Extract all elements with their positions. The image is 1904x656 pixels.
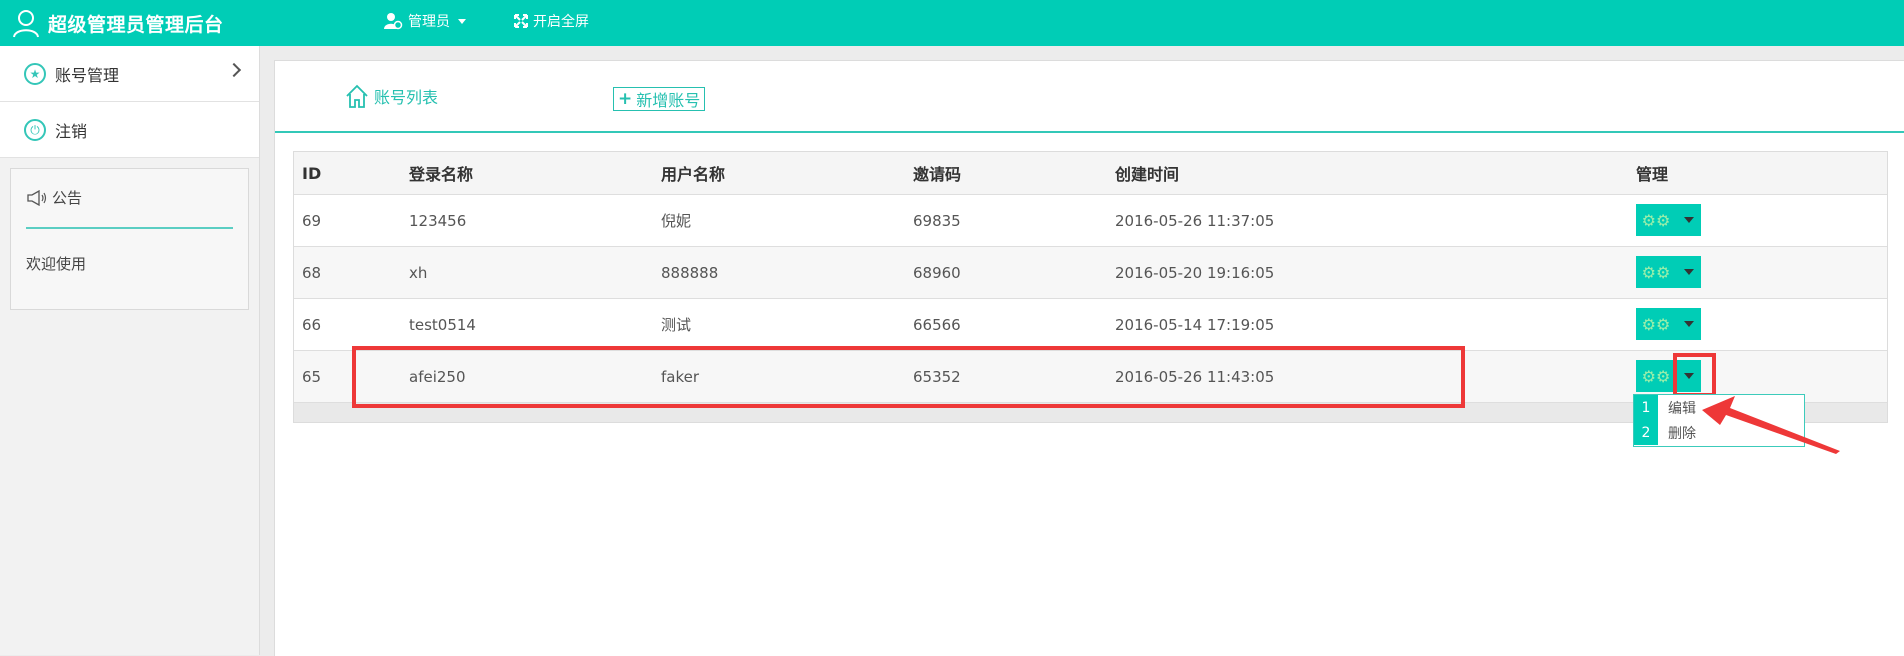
cell-user-name: 倪妮: [661, 212, 692, 230]
dropdown-toggle[interactable]: [1676, 308, 1701, 340]
caret-down-icon: [1683, 321, 1694, 327]
tab-add-account-label: 新增账号: [636, 91, 701, 110]
brand: 超级管理员管理后台: [12, 0, 224, 46]
admin-user-menu[interactable]: 管理员: [383, 0, 466, 42]
manage-button[interactable]: ⚙⚙: [1636, 308, 1701, 340]
table-row: 66 test0514 测试 66566 2016-05-14 17:19:05…: [294, 299, 1887, 351]
caret-down-icon: [1683, 217, 1694, 223]
tab-account-list[interactable]: 账号列表: [344, 83, 438, 109]
table-row: 69 123456 倪妮 69835 2016-05-26 11:37:05 ⚙…: [294, 195, 1887, 247]
app-title: 超级管理员管理后台: [48, 13, 224, 36]
table-header: ID 登录名称 用户名称 邀请码 创建时间 管理: [294, 152, 1887, 195]
gears-icon: ⚙⚙: [1641, 262, 1671, 282]
cell-created-time: 2016-05-20 19:16:05: [1115, 263, 1275, 282]
highlight-box-row: [352, 346, 1465, 408]
cell-login-name: test0514: [409, 315, 476, 334]
gears-icon: ⚙⚙: [1641, 314, 1671, 334]
expand-icon: [514, 14, 528, 28]
tab-account-list-label: 账号列表: [374, 88, 439, 107]
notice-heading: 公告: [26, 187, 82, 208]
cell-created-time: 2016-05-14 17:19:05: [1115, 315, 1275, 334]
gears-icon: ⚙⚙: [1641, 210, 1671, 230]
tab-bar: 账号列表 + 新增账号: [275, 61, 1904, 133]
menu-item-number: 1: [1634, 395, 1658, 420]
caret-down-icon: [458, 18, 466, 24]
caret-down-icon: [1683, 269, 1694, 275]
home-icon: [346, 84, 368, 108]
notice-panel: 公告 欢迎使用: [10, 168, 249, 310]
notice-title: 公告: [52, 189, 83, 207]
red-arrow-icon: [1702, 396, 1840, 454]
cell-user-name: 测试: [661, 316, 692, 334]
cell-invite-code: 69835: [913, 211, 961, 230]
cell-id: 69: [302, 211, 322, 230]
column-header-user-name: 用户名称: [661, 165, 726, 184]
highlight-box-dropdown: [1673, 353, 1716, 397]
column-header-created-time: 创建时间: [1115, 165, 1180, 184]
column-header-login-name: 登录名称: [409, 165, 474, 184]
plus-icon: +: [618, 88, 633, 109]
sidebar-item-account-management[interactable]: ★ 账号管理: [0, 46, 259, 102]
dropdown-toggle[interactable]: [1676, 256, 1701, 288]
notice-divider: [26, 227, 233, 229]
cell-login-name: 123456: [409, 211, 467, 230]
cell-created-time: 2016-05-26 11:37:05: [1115, 211, 1275, 230]
gears-icon: ⚙⚙: [1641, 366, 1671, 386]
cell-id: 65: [302, 367, 322, 386]
top-navbar: 超级管理员管理后台 管理员 开启全屏: [0, 0, 1904, 46]
star-icon: ★: [24, 62, 46, 85]
cell-invite-code: 66566: [913, 315, 961, 334]
cell-id: 68: [302, 263, 322, 282]
menu-item-label: 删除: [1668, 425, 1696, 442]
cell-user-name: 888888: [661, 263, 719, 282]
cell-id: 66: [302, 315, 322, 334]
column-header-invite-code: 邀请码: [913, 165, 962, 184]
fullscreen-toggle[interactable]: 开启全屏: [514, 0, 589, 42]
sidebar: ★ 账号管理 ⏻ 注销 公告 欢迎使用: [0, 46, 260, 655]
user-outline-icon: [13, 10, 39, 38]
fullscreen-label: 开启全屏: [533, 14, 589, 30]
megaphone-icon: [27, 189, 47, 206]
sidebar-item-label: 账号管理: [55, 65, 120, 85]
manage-button[interactable]: ⚙⚙: [1636, 204, 1701, 236]
tab-add-account[interactable]: + 新增账号: [613, 87, 706, 111]
notice-text: 欢迎使用: [26, 255, 87, 273]
manage-button[interactable]: ⚙⚙: [1636, 256, 1701, 288]
sidebar-item-logout[interactable]: ⏻ 注销: [0, 102, 259, 158]
cell-invite-code: 68960: [913, 263, 961, 282]
admin-user-label: 管理员: [408, 14, 450, 30]
chevron-right-icon: [226, 62, 242, 78]
cell-login-name: xh: [409, 263, 428, 282]
column-header-id: ID: [302, 163, 322, 183]
column-header-manage: 管理: [1636, 165, 1669, 184]
power-icon: ⏻: [24, 118, 46, 141]
menu-item-number: 2: [1634, 420, 1658, 445]
dropdown-toggle[interactable]: [1676, 204, 1701, 236]
sidebar-item-label: 注销: [55, 121, 88, 141]
table-row: 68 xh 888888 68960 2016-05-20 19:16:05 ⚙…: [294, 247, 1887, 299]
user-settings-icon: [384, 13, 403, 30]
menu-item-label: 编辑: [1668, 400, 1696, 417]
